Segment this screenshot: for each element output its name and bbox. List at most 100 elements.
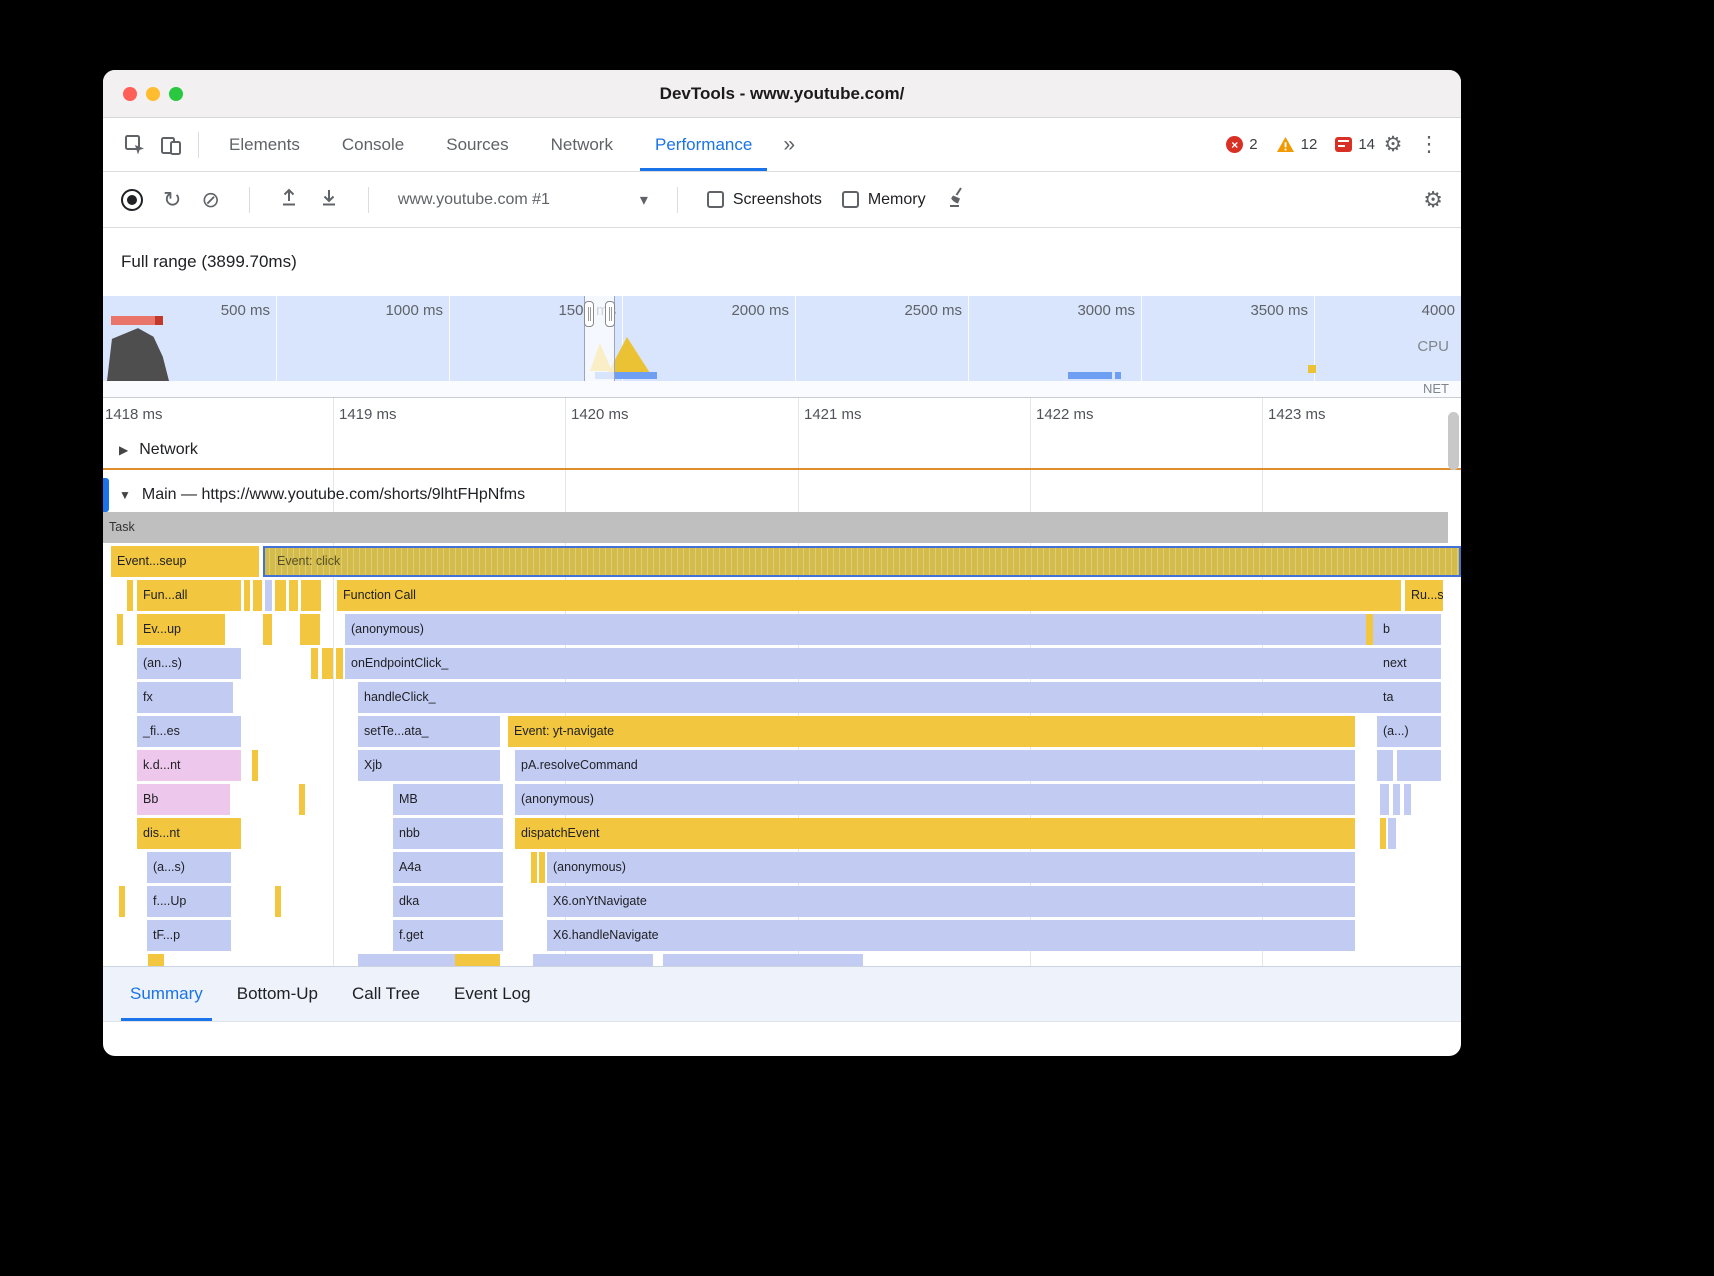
flame-bar-fragment[interactable] bbox=[253, 580, 262, 611]
flame-bar-x6-handlenavigate[interactable]: X6.handleNavigate bbox=[547, 920, 1355, 951]
flame-bar-fragment[interactable] bbox=[663, 954, 863, 966]
collect-garbage-button[interactable] bbox=[946, 185, 970, 214]
flame-bar-fragment[interactable] bbox=[289, 580, 298, 611]
flame-bar-b[interactable]: b bbox=[1377, 614, 1441, 645]
flame-bar-event-click[interactable]: Event: click bbox=[263, 546, 1461, 577]
overview-cpu-strip[interactable]: 500 ms 1000 ms 1500 ms 2000 ms 2500 ms 3… bbox=[103, 296, 1461, 381]
flame-bar-fragment[interactable] bbox=[539, 852, 545, 883]
flame-bar-task[interactable]: Task bbox=[103, 512, 1448, 543]
flame-bar-fragment[interactable] bbox=[299, 784, 305, 815]
flame-bar-sette-ata[interactable]: setTe...ata_ bbox=[358, 716, 500, 747]
flame-bar-k-d-nt[interactable]: k.d...nt bbox=[137, 750, 241, 781]
inspect-element-button[interactable] bbox=[117, 127, 153, 163]
flame-bar-fragment[interactable] bbox=[275, 580, 286, 611]
flame-bar-fragment[interactable] bbox=[263, 614, 272, 645]
flame-bar-dka[interactable]: dka bbox=[393, 886, 503, 917]
tab-event-log[interactable]: Event Log bbox=[437, 967, 548, 1021]
flame-bar-fragment[interactable] bbox=[1404, 784, 1411, 815]
more-tabs-chevron-icon[interactable]: » bbox=[773, 133, 805, 157]
flame-bar-fragment[interactable] bbox=[127, 580, 133, 611]
flame-bar-anonymous[interactable]: (anonymous) bbox=[345, 614, 1401, 645]
flame-bar-fragment[interactable] bbox=[533, 954, 653, 966]
flame-bar-a-s[interactable]: (a...s) bbox=[147, 852, 231, 883]
flame-bar-next[interactable]: next bbox=[1377, 648, 1441, 679]
flame-bar-fragment[interactable] bbox=[252, 750, 258, 781]
flame-bar-anonymous[interactable]: (anonymous) bbox=[515, 784, 1355, 815]
flame-bar-a4a[interactable]: A4a bbox=[393, 852, 503, 883]
vertical-scrollbar[interactable] bbox=[1448, 412, 1459, 470]
flame-bar-fragment[interactable] bbox=[1380, 818, 1386, 849]
tab-elements[interactable]: Elements bbox=[208, 118, 321, 171]
flame-bar-dis-nt[interactable]: dis...nt bbox=[137, 818, 241, 849]
zoom-button[interactable] bbox=[169, 87, 183, 101]
flame-bar-f-get[interactable]: f.get bbox=[393, 920, 503, 951]
flame-bar-ev-up[interactable]: Ev...up bbox=[137, 614, 225, 645]
flame-bar-x6-onytnavigate[interactable]: X6.onYtNavigate bbox=[547, 886, 1355, 917]
profile-select[interactable]: www.youtube.com #1 ▾ bbox=[398, 190, 648, 210]
capture-settings-gear-button[interactable]: ⚙ bbox=[1423, 189, 1443, 211]
flame-bar-fragment[interactable] bbox=[301, 580, 321, 611]
tab-performance[interactable]: Performance bbox=[634, 118, 773, 171]
flame-bar-nbb[interactable]: nbb bbox=[393, 818, 503, 849]
disclosure-open-icon[interactable]: ▼ bbox=[119, 488, 131, 502]
tab-bottom-up[interactable]: Bottom-Up bbox=[220, 967, 335, 1021]
minimize-button[interactable] bbox=[146, 87, 160, 101]
flame-bar-an-s[interactable]: (an...s) bbox=[137, 648, 241, 679]
memory-checkbox[interactable] bbox=[842, 191, 859, 208]
tab-network[interactable]: Network bbox=[530, 118, 634, 171]
flame-bar-fragment[interactable] bbox=[1397, 750, 1441, 781]
settings-gear-button[interactable]: ⚙ bbox=[1375, 127, 1411, 163]
flame-rows[interactable]: TaskEvent...seupEvent: click Fun...all Fun… bbox=[103, 512, 1461, 966]
flame-bar-function-call[interactable]: Function Call bbox=[337, 580, 1401, 611]
flame-bar-f-up[interactable]: f....Up bbox=[147, 886, 231, 917]
screenshots-checkbox[interactable] bbox=[707, 191, 724, 208]
flame-bar-xjb[interactable]: Xjb bbox=[358, 750, 500, 781]
flame-bar-fragment[interactable] bbox=[117, 614, 123, 645]
flame-bar-fragment[interactable] bbox=[455, 954, 500, 966]
flame-bar-fragment[interactable] bbox=[300, 614, 320, 645]
flame-bar-event-yt-navigate[interactable]: Event: yt-navigate bbox=[508, 716, 1355, 747]
flame-bar-dispatchevent[interactable]: dispatchEvent bbox=[515, 818, 1355, 849]
flame-bar-pa-resolvecommand[interactable]: pA.resolveCommand bbox=[515, 750, 1355, 781]
flame-bar-fragment[interactable] bbox=[1377, 750, 1393, 781]
flame-bar-fragment[interactable] bbox=[322, 648, 333, 679]
tab-summary[interactable]: Summary bbox=[113, 967, 220, 1021]
flame-bar-ru-s[interactable]: Ru...s bbox=[1405, 580, 1443, 611]
flame-bar-fragment[interactable] bbox=[1366, 614, 1373, 645]
flame-bar-fragment[interactable] bbox=[148, 954, 164, 966]
flame-bar-fragment[interactable] bbox=[275, 886, 281, 917]
timeline-overview[interactable]: 500 ms 1000 ms 1500 ms 2000 ms 2500 ms 3… bbox=[103, 296, 1461, 398]
flame-bar-fi-es[interactable]: _fi...es bbox=[137, 716, 241, 747]
flame-bar-fragment[interactable] bbox=[244, 580, 250, 611]
flame-bar-fragment[interactable] bbox=[1393, 784, 1400, 815]
flame-bar-handleclick[interactable]: handleClick_ bbox=[358, 682, 1401, 713]
flame-bar-fragment[interactable] bbox=[336, 648, 343, 679]
flame-bar-onendpointclick[interactable]: onEndpointClick_ bbox=[345, 648, 1401, 679]
close-button[interactable] bbox=[123, 87, 137, 101]
flame-bar-fragment[interactable] bbox=[1388, 818, 1396, 849]
more-options-kebab-button[interactable]: ⋮ bbox=[1411, 127, 1447, 163]
selection-handle-right[interactable] bbox=[605, 301, 615, 327]
error-badge[interactable]: ×2 bbox=[1226, 136, 1257, 153]
flame-bar-fun-all[interactable]: Fun...all bbox=[137, 580, 241, 611]
flame-bar-fragment[interactable] bbox=[311, 648, 318, 679]
issues-badge[interactable]: 14 bbox=[1335, 136, 1375, 153]
disclosure-closed-icon[interactable]: ▶ bbox=[119, 443, 128, 457]
save-profile-button[interactable] bbox=[319, 187, 339, 212]
flame-bar-ta[interactable]: ta bbox=[1377, 682, 1441, 713]
tab-call-tree[interactable]: Call Tree bbox=[335, 967, 437, 1021]
flame-bar-tf-p[interactable]: tF...p bbox=[147, 920, 231, 951]
reload-and-record-button[interactable]: ↻ bbox=[163, 189, 181, 211]
record-button[interactable] bbox=[121, 189, 143, 211]
flame-bar-event-seup[interactable]: Event...seup bbox=[111, 546, 259, 577]
device-toolbar-button[interactable] bbox=[153, 127, 189, 163]
flame-bar-fx[interactable]: fx bbox=[137, 682, 233, 713]
warning-badge[interactable]: 12 bbox=[1276, 136, 1318, 153]
flame-bar-fragment[interactable] bbox=[265, 580, 272, 611]
memory-toggle[interactable]: Memory bbox=[842, 191, 926, 209]
load-profile-button[interactable] bbox=[279, 187, 299, 212]
network-track-header[interactable]: ▶ Network bbox=[103, 432, 1461, 470]
flame-bar-mb[interactable]: MB bbox=[393, 784, 503, 815]
flame-bar-fragment[interactable] bbox=[531, 852, 537, 883]
flame-bar-fragment[interactable] bbox=[1380, 784, 1389, 815]
